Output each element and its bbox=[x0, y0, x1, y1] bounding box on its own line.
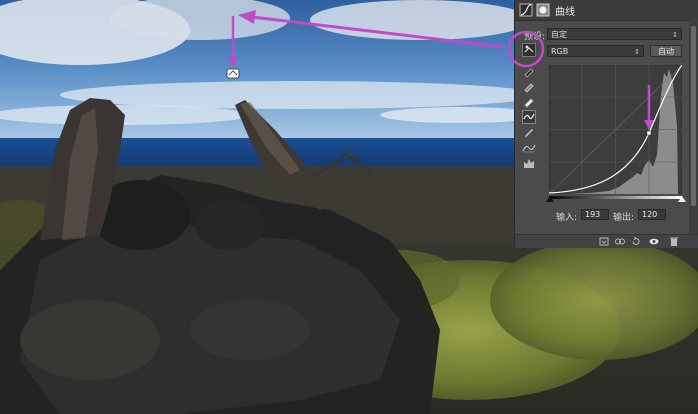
visibility-eye-icon[interactable] bbox=[649, 237, 659, 246]
panel-title-bar: 曲线 bbox=[515, 0, 698, 21]
adjustment-layer-icon[interactable] bbox=[519, 3, 533, 17]
white-point-slider[interactable] bbox=[678, 196, 686, 202]
black-point-slider[interactable] bbox=[546, 196, 554, 202]
delete-trash-icon[interactable] bbox=[669, 237, 679, 246]
channel-select[interactable]: RGB ⇕ bbox=[547, 45, 644, 57]
curve-edit-icon[interactable] bbox=[522, 110, 536, 124]
panel-title: 曲线 bbox=[555, 7, 575, 18]
preset-label: 预设: bbox=[524, 32, 546, 42]
channel-value: RGB bbox=[551, 47, 569, 56]
dropdown-arrow-icon: ⇕ bbox=[672, 31, 678, 39]
curves-panel: 曲线 预设: 自定 ⇕ RGB ⇕ 自动 输入: 193 输出: 120 bbox=[514, 0, 698, 248]
curve-graph[interactable] bbox=[549, 65, 682, 194]
view-previous-icon[interactable] bbox=[615, 237, 625, 246]
preset-value: 自定 bbox=[551, 30, 567, 39]
reset-icon[interactable] bbox=[631, 237, 641, 246]
canvas-stage: 曲线 预设: 自定 ⇕ RGB ⇕ 自动 输入: 193 输出: 120 bbox=[0, 0, 698, 414]
output-label: 输出: bbox=[613, 213, 635, 223]
clipping-warning-icon[interactable] bbox=[522, 156, 536, 170]
output-field[interactable]: 120 bbox=[638, 209, 666, 220]
mask-icon[interactable] bbox=[536, 3, 550, 17]
auto-button[interactable]: 自动 bbox=[650, 45, 682, 57]
preset-select[interactable]: 自定 ⇕ bbox=[547, 28, 682, 40]
dropdown-arrow-icon: ⇕ bbox=[634, 48, 640, 56]
panel-scrollbar[interactable] bbox=[689, 20, 698, 234]
panel-bottom-bar bbox=[515, 234, 698, 248]
curve-control-point[interactable] bbox=[646, 130, 652, 136]
pencil-icon[interactable] bbox=[522, 126, 536, 140]
scrollbar-thumb[interactable] bbox=[691, 26, 696, 206]
eyedropper-gray-icon[interactable] bbox=[522, 79, 536, 93]
smooth-icon[interactable] bbox=[522, 141, 536, 155]
input-label: 输入: bbox=[556, 213, 578, 223]
eyedropper-white-icon[interactable] bbox=[522, 94, 536, 108]
input-field[interactable]: 193 bbox=[581, 209, 609, 220]
targeted-adjust-icon[interactable] bbox=[522, 43, 536, 57]
tonal-gradient-bar bbox=[549, 196, 682, 199]
clip-to-layer-icon[interactable] bbox=[599, 237, 609, 246]
eyedropper-black-icon[interactable] bbox=[522, 64, 536, 78]
